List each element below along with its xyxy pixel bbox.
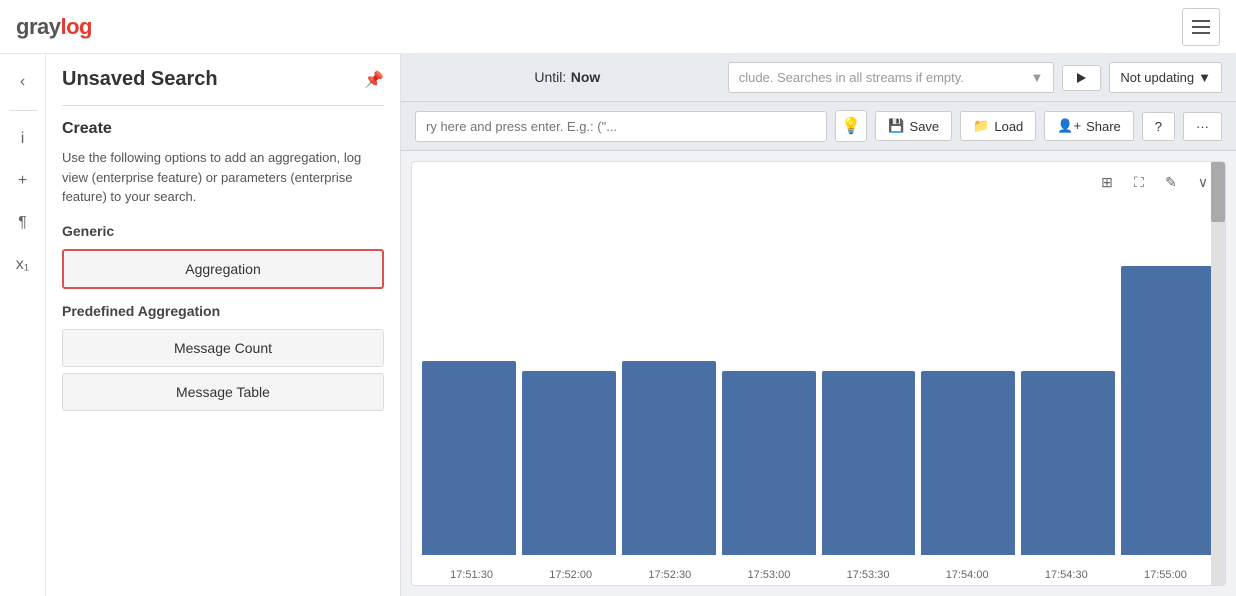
share-button[interactable]: 👤+ Share (1044, 111, 1133, 141)
chart-bar (822, 371, 916, 555)
x-axis-label: 17:52:00 (549, 569, 592, 581)
x-axis-label: 17:55:00 (1144, 569, 1187, 581)
brand-logo: graylog (16, 14, 92, 40)
chart-edit-button[interactable]: ✎ (1159, 170, 1183, 194)
icon-bar: ‹ i + ¶ x₁ (0, 54, 46, 596)
save-icon: 💾 (888, 118, 904, 134)
add-button[interactable]: + (5, 163, 41, 199)
bar-wrapper (1121, 202, 1215, 555)
help-label: ? (1155, 119, 1162, 134)
chart-bar (1021, 371, 1115, 555)
info-button[interactable]: i (5, 121, 41, 157)
x-axis-label: 17:53:00 (748, 569, 791, 581)
create-description: Use the following options to add an aggr… (62, 148, 384, 207)
x-axis-label: 17:54:30 (1045, 569, 1088, 581)
predefined-label: Predefined Aggregation (62, 303, 384, 319)
sidebar-title-row: Unsaved Search 📌 (62, 68, 384, 91)
generic-label: Generic (62, 223, 384, 239)
not-updating-button[interactable]: Not updating ▼ (1109, 62, 1222, 93)
aggregation-button[interactable]: Aggregation (62, 249, 384, 289)
hamburger-button[interactable] (1182, 8, 1220, 46)
paragraph-button[interactable]: ¶ (5, 205, 41, 241)
subscript-button[interactable]: x₁ (5, 247, 41, 283)
sidebar-title-text: Unsaved Search (62, 68, 218, 91)
play-icon (1077, 73, 1086, 83)
streams-placeholder-text: clude. Searches in all streams if empty. (739, 70, 964, 85)
share-label: Share (1086, 119, 1121, 134)
run-button[interactable] (1062, 65, 1101, 91)
search-bar: 💡 💾 Save 📁 Load 👤+ Share ? ··· (401, 102, 1236, 151)
until-value: Now (571, 69, 601, 85)
bar-wrapper (522, 202, 616, 555)
sidebar-divider (62, 105, 384, 106)
x-axis-label: 17:53:30 (847, 569, 890, 581)
back-button[interactable]: ‹ (5, 64, 41, 100)
query-input[interactable] (415, 111, 827, 142)
chart-container: ⊞ ⛶ ✎ ∨ 17:51:30 17:52:00 17:52:30 17:53:00… (411, 161, 1226, 586)
scrollbar-thumb (1211, 162, 1225, 222)
save-label: Save (910, 119, 940, 134)
chart-bar (522, 371, 616, 555)
brand-log-text: log (60, 14, 92, 40)
bulb-button[interactable]: 💡 (835, 110, 867, 142)
load-label: Load (994, 119, 1023, 134)
sidebar-panel: Unsaved Search 📌 Create Use the followin… (46, 54, 401, 596)
hamburger-line-3 (1192, 32, 1210, 34)
chart-fullscreen-button[interactable]: ⛶ (1127, 170, 1151, 194)
message-table-button[interactable]: Message Table (62, 373, 384, 411)
load-button[interactable]: 📁 Load (960, 111, 1036, 141)
bar-wrapper (722, 202, 816, 555)
search-header-bar: Until: Now clude. Searches in all stream… (401, 54, 1236, 102)
bar-wrapper (622, 202, 716, 555)
streams-dropdown[interactable]: clude. Searches in all streams if empty.… (728, 62, 1055, 93)
bar-wrapper (422, 202, 516, 555)
bar-wrapper (1021, 202, 1115, 555)
until-label: Until: (534, 69, 566, 85)
save-button[interactable]: 💾 Save (875, 111, 952, 141)
chart-bar (1121, 266, 1215, 555)
more-button[interactable]: ··· (1183, 112, 1222, 141)
streams-chevron-icon: ▼ (1031, 70, 1044, 85)
chart-bar (422, 361, 516, 555)
share-icon: 👤+ (1057, 118, 1081, 134)
scrollbar-right[interactable] (1211, 162, 1225, 585)
bar-wrapper (921, 202, 1015, 555)
chart-x-axis: 17:51:30 17:52:00 17:52:30 17:53:00 17:53:30… (422, 569, 1215, 581)
content-area: Until: Now clude. Searches in all stream… (401, 54, 1236, 596)
x-axis-label: 17:51:30 (450, 569, 493, 581)
navbar: graylog (0, 0, 1236, 54)
pin-icon: 📌 (364, 70, 384, 90)
x-axis-label: 17:54:00 (946, 569, 989, 581)
chart-expand-button[interactable]: ⊞ (1095, 170, 1119, 194)
x-axis-label: 17:52:30 (648, 569, 691, 581)
chart-bar (722, 371, 816, 555)
chart-bar (921, 371, 1015, 555)
main-layout: ‹ i + ¶ x₁ Unsaved Search 📌 Create Use t… (0, 54, 1236, 596)
chart-toolbar: ⊞ ⛶ ✎ ∨ (1095, 170, 1215, 194)
load-icon: 📁 (973, 118, 989, 134)
more-label: ··· (1196, 119, 1209, 134)
brand-gray-text: gray (16, 14, 60, 40)
message-count-button[interactable]: Message Count (62, 329, 384, 367)
create-heading: Create (62, 120, 384, 138)
not-updating-label: Not updating (1120, 70, 1194, 85)
hamburger-line-2 (1192, 26, 1210, 28)
dropdown-arrow-icon: ▼ (1198, 70, 1211, 85)
chart-bar (622, 361, 716, 555)
bar-wrapper (822, 202, 916, 555)
chart-area (422, 202, 1215, 555)
icon-bar-divider (9, 110, 37, 111)
help-button[interactable]: ? (1142, 112, 1175, 141)
hamburger-line-1 (1192, 20, 1210, 22)
